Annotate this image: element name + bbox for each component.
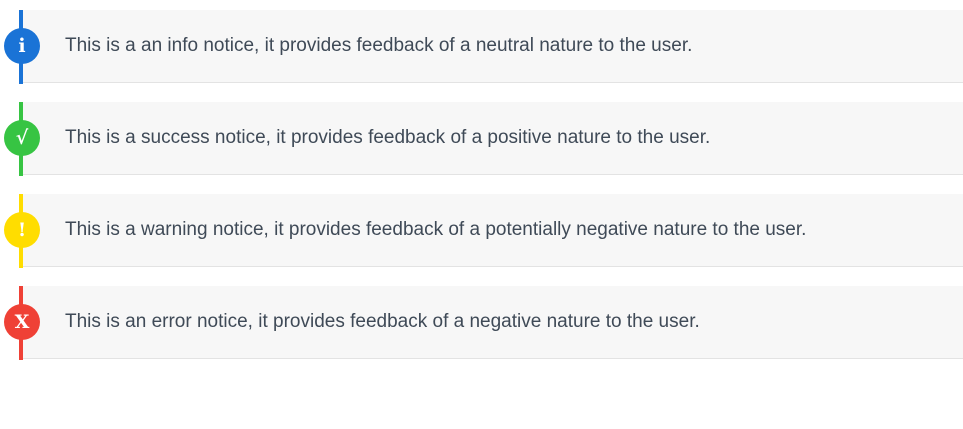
warning-notice: ! This is a warning notice, it provides … <box>0 194 963 268</box>
checkmark-icon: √ <box>4 120 40 156</box>
info-icon: i <box>4 28 40 64</box>
exclamation-icon: ! <box>4 212 40 248</box>
notice-message: This is an error notice, it provides fee… <box>65 311 700 332</box>
notice-message: This is a success notice, it provides fe… <box>65 127 711 148</box>
notice-message: This is a an info notice, it provides fe… <box>65 35 693 56</box>
success-notice: √ This is a success notice, it provides … <box>0 102 963 176</box>
error-notice: X This is an error notice, it provides f… <box>0 286 963 360</box>
notice-list: i This is a an info notice, it provides … <box>0 0 963 429</box>
notice-message: This is a warning notice, it provides fe… <box>65 219 807 240</box>
x-icon: X <box>4 304 40 340</box>
info-notice: i This is a an info notice, it provides … <box>0 10 963 84</box>
